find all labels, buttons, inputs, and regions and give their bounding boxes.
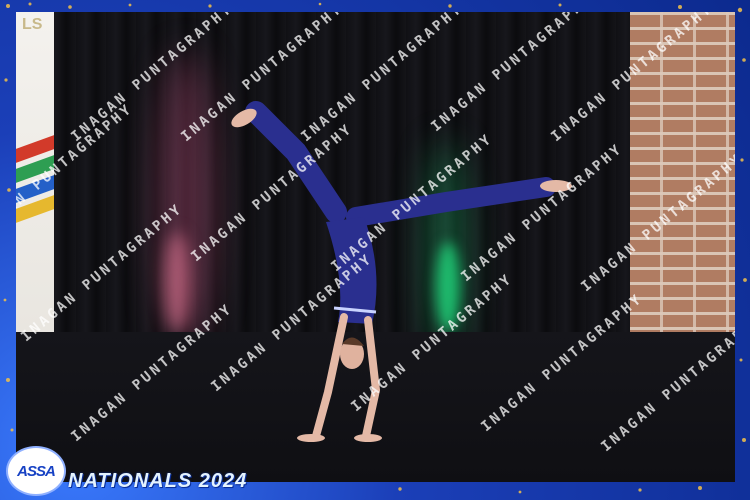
logo-text: ASSA xyxy=(17,462,56,480)
event-title: NATIONALS 2024 xyxy=(68,470,248,492)
stage-photo: LS INAGAN PUNTAGRAPHY INAGAN PUNTAGRAPHY… xyxy=(16,12,735,482)
photo-frame: LS INAGAN PUNTAGRAPHY INAGAN PUNTAGRAPHY… xyxy=(0,0,750,500)
gymnast-cartwheel xyxy=(231,101,572,442)
assa-logo: ASSA xyxy=(6,446,66,496)
